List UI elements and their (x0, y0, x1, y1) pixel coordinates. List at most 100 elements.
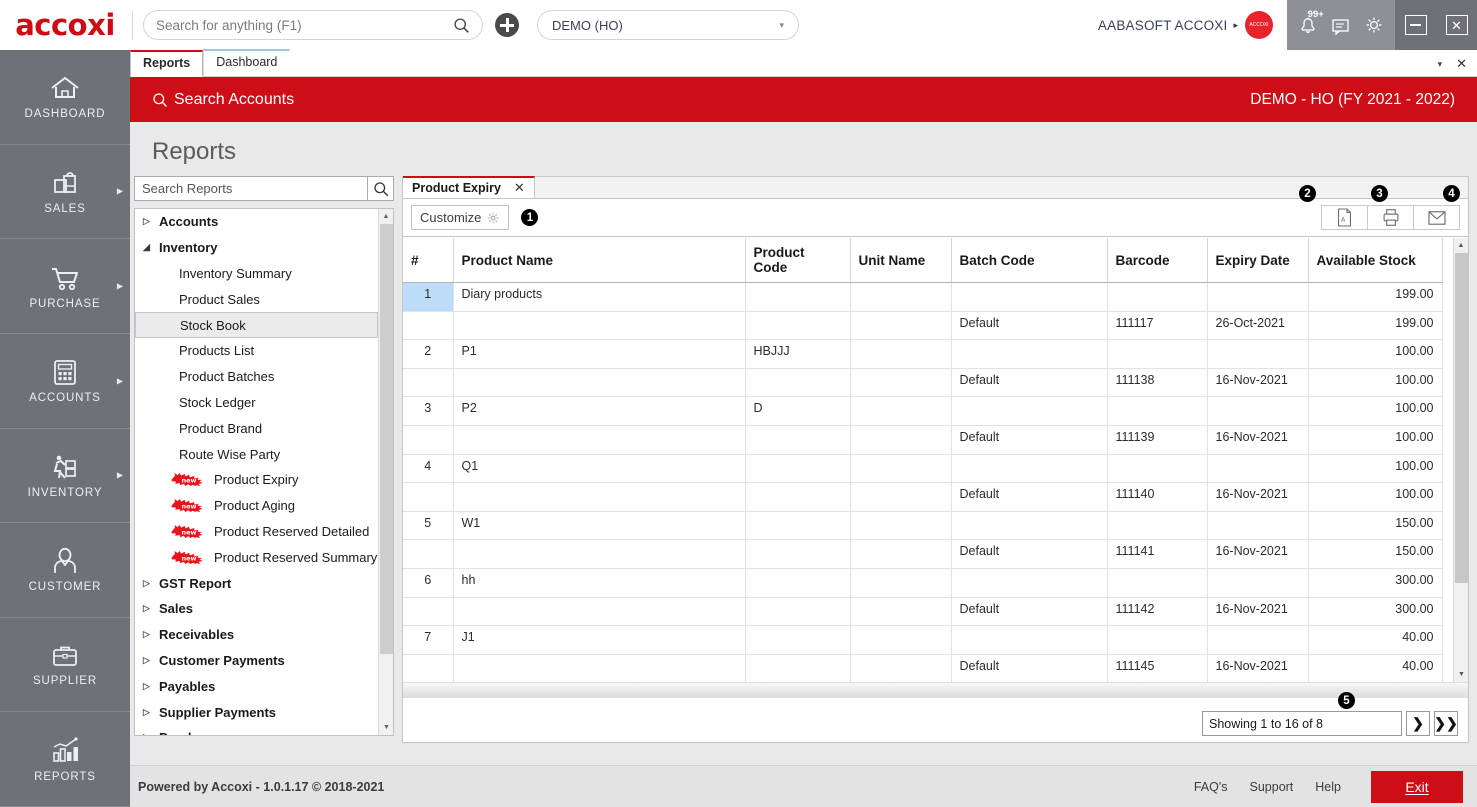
column-header-[interactable]: # (403, 238, 454, 283)
last-page-button[interactable]: ❯❯ (1434, 711, 1458, 736)
table-row[interactable]: Default 111138 16-Nov-2021 100.00 (403, 368, 1443, 398)
column-header-available-stock[interactable]: Available Stock (1308, 238, 1443, 283)
close-icon[interactable]: ✕ (1456, 56, 1467, 72)
search-reports-input[interactable] (135, 177, 367, 200)
triangle-right-icon[interactable]: ▷ (143, 707, 152, 718)
scroll-down-icon[interactable]: ▼ (379, 720, 393, 735)
tab-dashboard[interactable]: Dashboard (203, 49, 291, 76)
table-row[interactable]: 6 hh 300.00 (403, 568, 1443, 598)
company-selector[interactable]: DEMO (HO) ▾ (537, 10, 799, 40)
table-row[interactable]: Default 111142 16-Nov-2021 300.00 (403, 597, 1443, 627)
column-header-barcode[interactable]: Barcode (1107, 238, 1208, 283)
column-header-unit-name[interactable]: Unit Name (850, 238, 952, 283)
triangle-right-icon[interactable]: ▷ (143, 603, 152, 614)
reports-search[interactable] (134, 176, 394, 201)
tree-scroll-thumb[interactable] (380, 224, 393, 654)
message-icon[interactable] (1328, 12, 1354, 38)
faq-link[interactable]: FAQ's (1194, 780, 1228, 794)
tree-node-stock-book[interactable]: Stock Book (135, 312, 378, 338)
close-icon[interactable]: ✕ (514, 180, 525, 196)
tree-node-inventory[interactable]: ◢ Inventory (135, 235, 378, 261)
triangle-down-icon[interactable]: ◢ (143, 242, 152, 253)
sidebar-item-supplier[interactable]: SUPPLIER (0, 618, 130, 713)
tree-node-product-reserved-summary[interactable]: new Product Reserved Summary (135, 544, 378, 570)
tree-node-receivables[interactable]: ▷ Receivables (135, 622, 378, 648)
column-header-expiry-date[interactable]: Expiry Date (1207, 238, 1309, 283)
tree-node-customer-payments[interactable]: ▷ Customer Payments (135, 648, 378, 674)
tree-node-product-expiry[interactable]: new Product Expiry (135, 467, 378, 493)
customize-button[interactable]: Customize (411, 205, 510, 230)
triangle-right-icon[interactable]: ▷ (143, 216, 152, 227)
report-grid-wrapper[interactable]: # Product Name Product Code Unit Name Batch … (403, 238, 1468, 682)
table-row[interactable]: Default 111140 16-Nov-2021 100.00 (403, 482, 1443, 512)
report-tab-product-expiry[interactable]: Product Expiry ✕ (403, 176, 535, 198)
tree-node-accounts[interactable]: ▷ Accounts (135, 209, 378, 235)
avatar[interactable]: ACCOXI (1245, 11, 1273, 39)
triangle-right-icon[interactable]: ▷ (143, 578, 152, 589)
tree-node-product-batches[interactable]: Product Batches (135, 364, 378, 390)
chevron-down-icon[interactable]: ▾ (1438, 59, 1443, 70)
support-link[interactable]: Support (1250, 780, 1294, 794)
global-search[interactable] (143, 10, 483, 40)
scroll-down-icon[interactable]: ▼ (1454, 667, 1469, 682)
help-link[interactable]: Help (1315, 780, 1341, 794)
print-button[interactable] (1367, 205, 1414, 230)
minimize-button[interactable] (1404, 15, 1427, 35)
column-header-batch-code[interactable]: Batch Code (951, 238, 1108, 283)
tree-scrollbar[interactable]: ▲ ▼ (378, 209, 393, 735)
add-new-button[interactable] (495, 13, 519, 37)
tree-node-payables[interactable]: ▷ Payables (135, 673, 378, 699)
email-button[interactable] (1413, 205, 1460, 230)
sidebar-item-sales[interactable]: SALES ▶ (0, 145, 130, 240)
export-pdf-button[interactable]: A (1321, 205, 1368, 230)
tree-node-gst-report[interactable]: ▷ GST Report (135, 570, 378, 596)
gear-icon[interactable] (1361, 12, 1387, 38)
table-row[interactable]: 3 P2 D 100.00 (403, 396, 1443, 426)
column-header-product-code[interactable]: Product Code (745, 238, 851, 283)
triangle-right-icon[interactable]: ▷ (143, 681, 152, 692)
sidebar-item-dashboard[interactable]: DASHBOARD (0, 50, 130, 145)
tree-node-supplier-payments[interactable]: ▷ Supplier Payments (135, 699, 378, 725)
tree-node-product-brand[interactable]: Product Brand (135, 415, 378, 441)
table-row[interactable]: 1 Diary products 199.00 (403, 282, 1443, 312)
search-accounts-button[interactable]: Search Accounts (152, 91, 294, 109)
exit-button[interactable]: Exit (1371, 770, 1463, 803)
table-row[interactable]: Default 111139 16-Nov-2021 100.00 (403, 425, 1443, 455)
sidebar-item-purchase[interactable]: PURCHASE ▶ (0, 239, 130, 334)
next-page-button[interactable]: ❯ (1406, 711, 1430, 736)
table-row[interactable]: Default 111141 16-Nov-2021 150.00 (403, 539, 1443, 569)
close-button[interactable]: ✕ (1445, 15, 1468, 35)
sidebar-item-reports[interactable]: REPORTS (0, 712, 130, 807)
user-menu-arrow-icon[interactable]: ▸ (1233, 20, 1238, 31)
search-reports-button[interactable] (367, 177, 393, 200)
triangle-right-icon[interactable]: ▷ (143, 732, 152, 735)
bell-icon[interactable]: 99+ (1295, 9, 1324, 38)
tree-node-inventory-summary[interactable]: Inventory Summary (135, 261, 378, 287)
tree-node-product-reserved-detailed[interactable]: new Product Reserved Detailed (135, 519, 378, 545)
tree-node-products-list[interactable]: Products List (135, 338, 378, 364)
triangle-right-icon[interactable]: ▷ (143, 655, 152, 666)
grid-scroll-thumb[interactable] (1455, 253, 1468, 583)
tree-node-route-wise-party[interactable]: Route Wise Party (135, 441, 378, 467)
tree-node-product-sales[interactable]: Product Sales (135, 286, 378, 312)
tree-node-sales[interactable]: ▷ Sales (135, 596, 378, 622)
grid-vertical-scrollbar[interactable]: ▲ ▼ (1453, 238, 1468, 682)
scroll-up-icon[interactable]: ▲ (379, 209, 393, 224)
table-row[interactable]: 2 P1 HBJJJ 100.00 (403, 339, 1443, 369)
tab-reports[interactable]: Reports (130, 50, 204, 77)
triangle-right-icon[interactable]: ▷ (143, 629, 152, 640)
table-row[interactable]: 7 J1 40.00 (403, 625, 1443, 655)
sidebar-item-customer[interactable]: CUSTOMER (0, 523, 130, 618)
table-row[interactable]: 5 W1 150.00 (403, 511, 1443, 541)
column-header-product-name[interactable]: Product Name (453, 238, 746, 283)
table-row[interactable]: Default 111145 16-Nov-2021 40.00 (403, 654, 1443, 682)
tree-node-stock-ledger[interactable]: Stock Ledger (135, 390, 378, 416)
scroll-up-icon[interactable]: ▲ (1454, 238, 1468, 253)
table-row[interactable]: Default 111117 26-Oct-2021 199.00 (403, 311, 1443, 341)
sidebar-item-inventory[interactable]: INVENTORY ▶ (0, 429, 130, 524)
sidebar-item-accounts[interactable]: ACCOUNTS ▶ (0, 334, 130, 429)
table-row[interactable]: 4 Q1 100.00 (403, 454, 1443, 484)
tree-node-purchase[interactable]: ▷ Purchase (135, 725, 378, 735)
tree-node-product-aging[interactable]: new Product Aging (135, 493, 378, 519)
search-input[interactable] (156, 17, 453, 33)
